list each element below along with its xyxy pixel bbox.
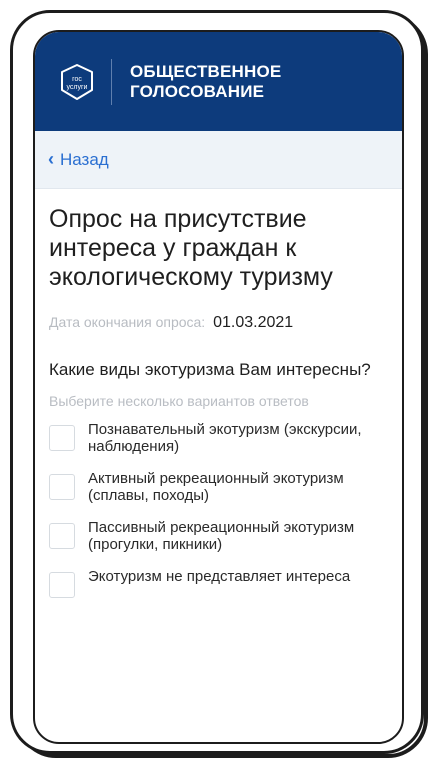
phone-screen: гос услуги ОБЩЕСТВЕННОЕ ГОЛОСОВАНИЕ ‹ На… <box>33 30 404 744</box>
question-hint: Выберите несколько вариантов ответов <box>49 393 309 409</box>
deadline-value: 01.03.2021 <box>213 314 294 331</box>
survey-title: Опрос на присутствие интереса у граждан … <box>49 205 333 291</box>
option-label: Экотуризм не представляет интереса <box>88 568 351 585</box>
option-checkbox[interactable] <box>49 572 75 598</box>
option-label: Пассивный рекреационный экотуризм (прогу… <box>88 519 355 553</box>
survey-deadline: Дата окончания опроса: 01.03.2021 <box>49 314 388 332</box>
option-label: Активный рекреационный экотуризм (сплавы… <box>88 470 344 504</box>
gosuslugi-logo: гос услуги <box>57 62 97 102</box>
back-label: Назад <box>60 149 109 169</box>
nav-bar: ‹ Назад <box>35 131 402 189</box>
brand-title: ОБЩЕСТВЕННОЕ ГОЛОСОВАНИЕ <box>130 62 281 102</box>
app-header: гос услуги ОБЩЕСТВЕННОЕ ГОЛОСОВАНИЕ <box>35 32 402 131</box>
option-checkbox[interactable] <box>49 474 75 500</box>
brand-line2: ГОЛОСОВАНИЕ <box>130 81 265 101</box>
question-text: Какие виды экотуризма Вам интересны? <box>49 360 371 379</box>
option-label: Познавательный экотуризм (экскурсии, наб… <box>88 421 362 455</box>
option-not-interested[interactable]: Экотуризм не представляет интереса <box>49 568 388 598</box>
option-active-ecotourism[interactable]: Активный рекреационный экотуризм (сплавы… <box>49 470 388 504</box>
logo-text-line1: гос <box>72 76 82 83</box>
option-passive-ecotourism[interactable]: Пассивный рекреационный экотуризм (прогу… <box>49 519 388 553</box>
header-divider <box>111 58 112 105</box>
brand-line1: ОБЩЕСТВЕННОЕ <box>130 61 282 81</box>
chevron-left-icon: ‹ <box>48 149 54 169</box>
option-checkbox[interactable] <box>49 523 75 549</box>
option-checkbox[interactable] <box>49 425 75 451</box>
option-cognitive-ecotourism[interactable]: Познавательный экотуризм (экскурсии, наб… <box>49 421 388 455</box>
logo-text-line2: услуги <box>67 84 88 91</box>
gosuslugi-logo-icon: гос услуги <box>61 63 93 100</box>
survey-content: Опрос на присутствие интереса у граждан … <box>35 189 402 598</box>
back-button[interactable]: ‹ Назад <box>48 149 109 170</box>
deadline-label: Дата окончания опроса: <box>49 314 206 330</box>
